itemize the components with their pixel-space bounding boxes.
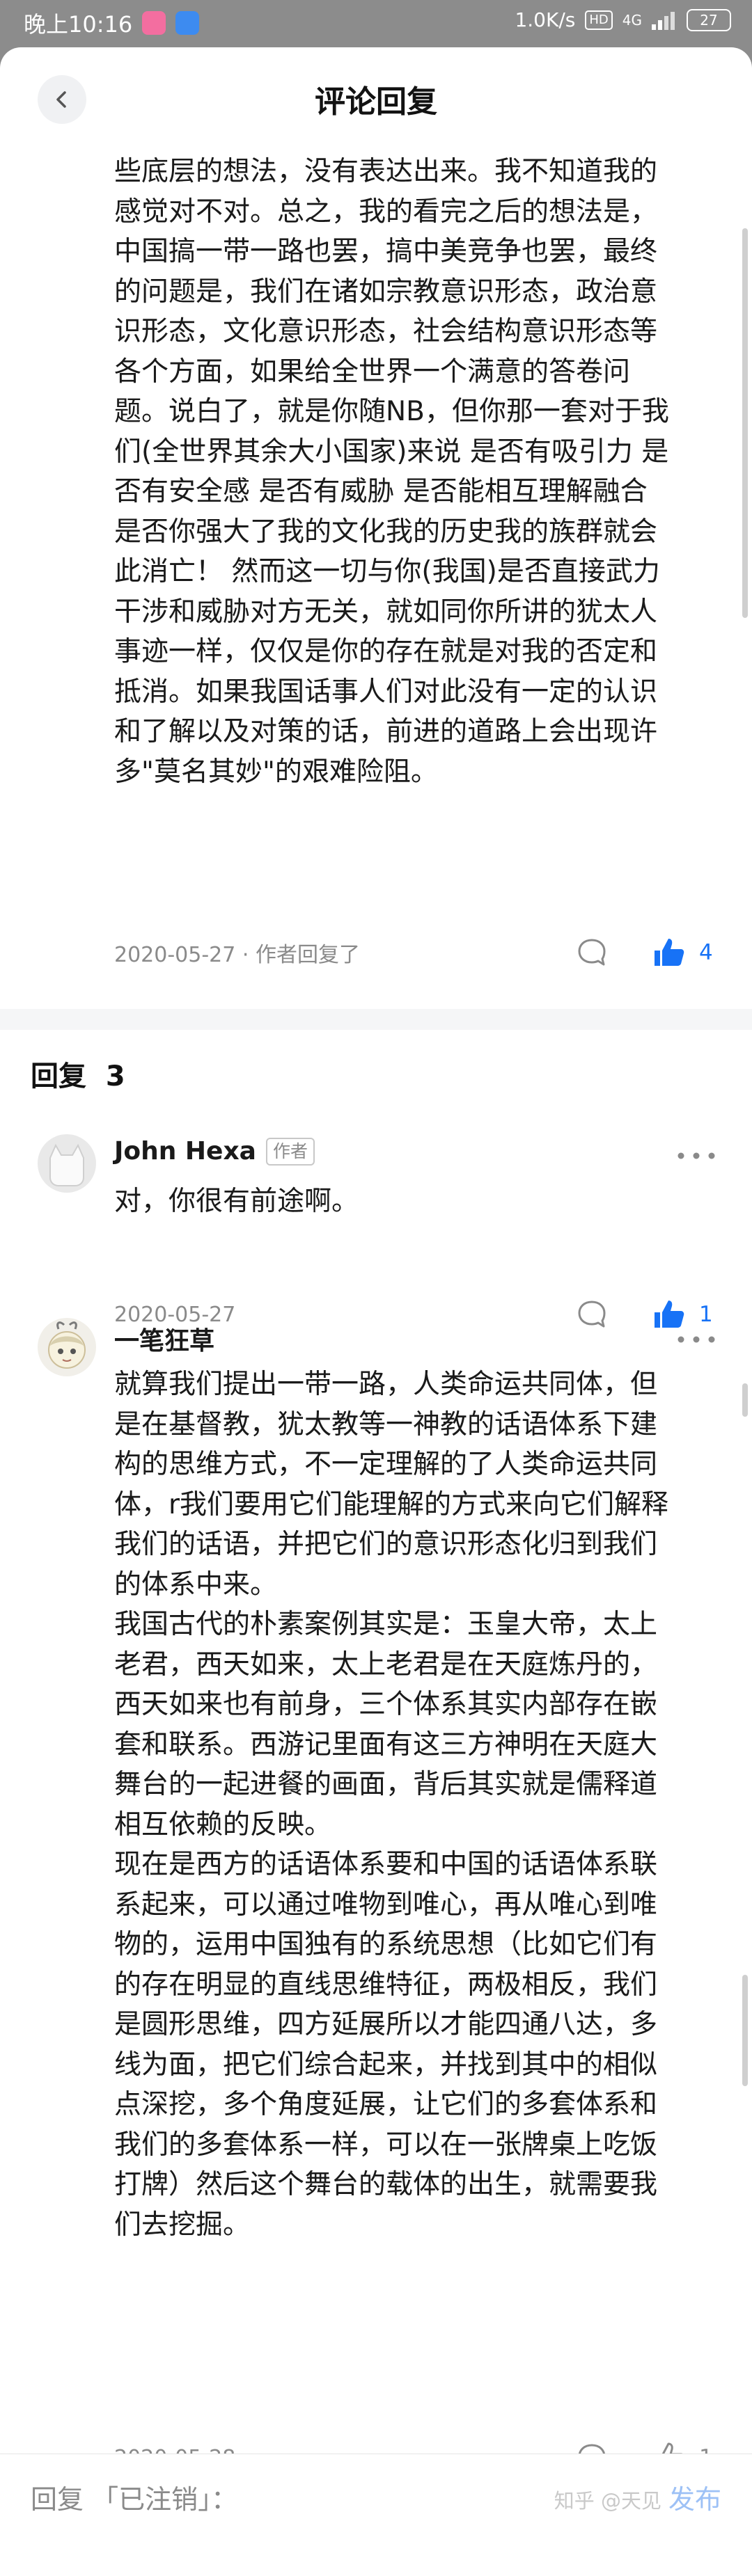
thumbs-up-icon[interactable]: [652, 1297, 687, 1332]
comment-icon[interactable]: [575, 936, 609, 969]
like-count: 4: [699, 940, 713, 965]
reply-bar: 回复 「已注销」： 知乎 @天见 发布: [0, 2454, 752, 2529]
scrollbar[interactable]: [742, 228, 748, 618]
reply-actions: 1: [575, 1294, 713, 1335]
comment-actions: 4: [575, 932, 713, 973]
signal-icon: 4G: [622, 11, 642, 29]
watermark: 知乎 @天见: [554, 2489, 661, 2513]
author-name[interactable]: John Hexa: [114, 1137, 256, 1166]
replies-header: 回复 3: [31, 1054, 125, 1094]
page-title: 评论回复: [315, 84, 437, 120]
replies-count: 3: [105, 1060, 125, 1092]
app-notification-icon: [175, 11, 200, 35]
author-badge: 作者: [265, 1137, 315, 1166]
main-comment-date: 2020-05-27 · 作者回复了: [114, 943, 360, 967]
author-name[interactable]: 一笔狂草: [114, 1321, 214, 1357]
comment-icon[interactable]: [575, 1298, 609, 1331]
main-comment-meta: 2020-05-27 · 作者回复了 4: [114, 932, 713, 973]
hd-badge: HD: [585, 10, 613, 30]
battery-indicator: 27: [687, 8, 731, 31]
reply-input[interactable]: 回复 「已注销」：: [31, 2478, 237, 2516]
reply-author: 一笔狂草: [114, 1321, 214, 1357]
scrollbar[interactable]: [742, 1383, 748, 1417]
reply-text: 就算我们提出一带一路，人类命运共同体，但 是在基督教，犹太教等一神教的话语体系下…: [114, 1369, 669, 2241]
publish-button[interactable]: 发布: [668, 2478, 721, 2516]
more-icon[interactable]: [675, 1149, 717, 1163]
reply-text: 对，你很有前途啊。: [114, 1186, 359, 1217]
signal-bars-icon: [652, 11, 675, 30]
network-speed: 1.0K/s: [515, 8, 576, 31]
like-count: 1: [699, 1302, 713, 1327]
reply-sheet: 评论回复 些底层的想法，没有表达出来。我不知道我的 感觉对不对。总之，我的看完之…: [0, 47, 752, 2576]
scrollbar[interactable]: [742, 1975, 748, 2086]
avatar[interactable]: [38, 1134, 96, 1193]
header: 评论回复: [0, 47, 752, 152]
section-divider: [0, 1009, 752, 1030]
avatar-image: [38, 1134, 96, 1193]
app-notification-icon: [142, 11, 166, 35]
status-bar: 晚上10:16 1.0K/s HD 4G 27: [0, 0, 752, 47]
more-icon[interactable]: [675, 1333, 717, 1346]
avatar-image: [38, 1318, 96, 1376]
status-time: 晚上10:16: [24, 11, 133, 38]
avatar[interactable]: [38, 1318, 96, 1376]
main-comment-text: 些底层的想法，没有表达出来。我不知道我的 感觉对不对。总之，我的看完之后的想法是…: [114, 156, 669, 788]
reply-author: John Hexa 作者: [114, 1137, 315, 1166]
thumbs-up-icon[interactable]: [652, 935, 687, 970]
replies-label: 回复: [31, 1060, 86, 1092]
